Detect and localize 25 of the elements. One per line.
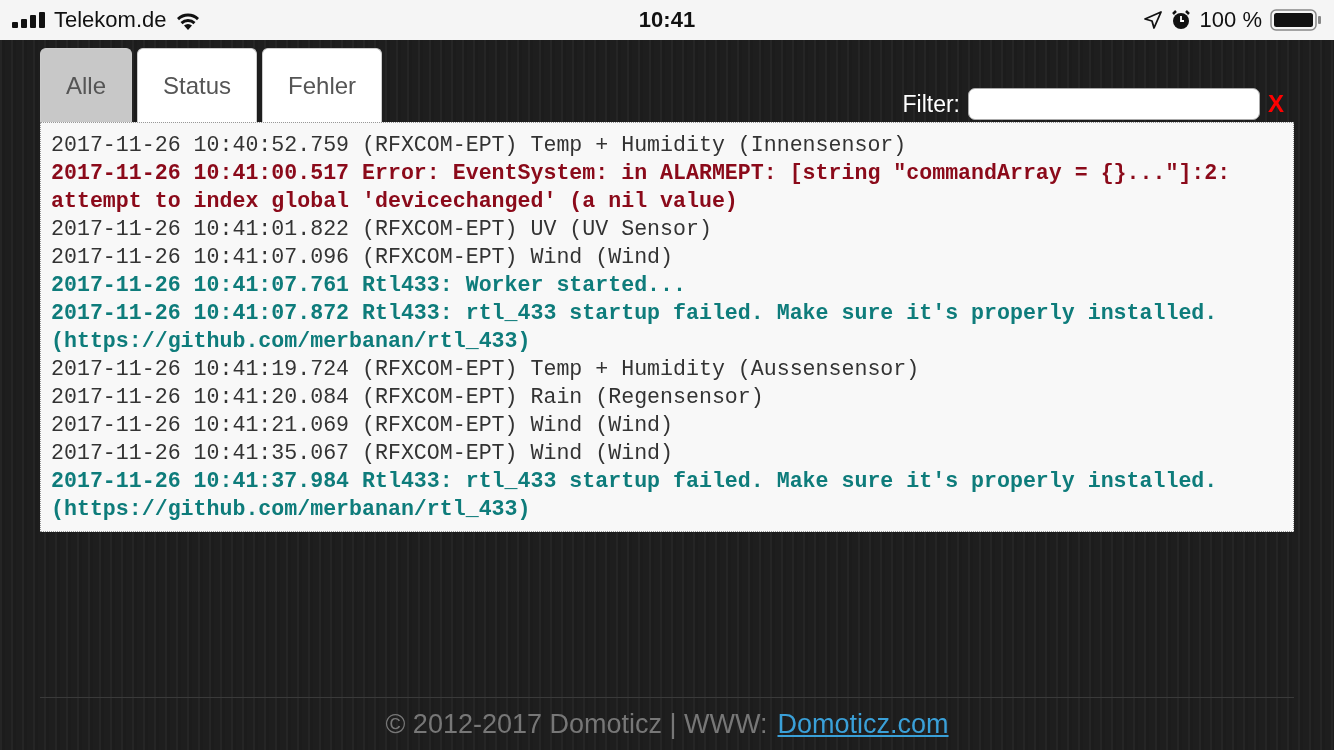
carrier-name: Telekom.de bbox=[54, 7, 167, 33]
signal-icon bbox=[12, 12, 46, 28]
log-entry: 2017-11-26 10:41:35.067 (RFXCOM-EPT) Wind (Wind) bbox=[51, 440, 674, 467]
tab[interactable]: Status bbox=[137, 48, 258, 122]
battery-icon bbox=[1270, 9, 1322, 31]
tab[interactable]: Fehler bbox=[262, 48, 383, 122]
log-entry: 2017-11-26 10:41:07.761 Rtl433: Worker started... bbox=[51, 272, 687, 299]
log-entry: 2017-11-26 10:41:00.517 Error: EventSystem: in ALARMEPT: [string "commandArray = {}..."]:2: attempt to index global 'devicechanged' (a nil value) bbox=[51, 160, 1232, 215]
clock-time: 10:41 bbox=[638, 7, 696, 33]
filter-label: Filter: bbox=[902, 90, 960, 118]
log-entry: 2017-11-26 10:41:37.984 Rtl433: rtl_433 startup failed. Make sure it's properly installed. (https://github.com/merbanan/rtl_433) bbox=[51, 468, 1219, 523]
website-link[interactable]: Domoticz.com bbox=[777, 708, 949, 740]
log-entry: 2017-11-26 10:41:21.069 (RFXCOM-EPT) Wind (Wind) bbox=[51, 412, 674, 439]
copyright-text: © 2012-2017 Domoticz | WWW: bbox=[385, 708, 768, 740]
filter-field[interactable] bbox=[968, 88, 1260, 120]
log-entry: 2017-11-26 10:41:19.724 (RFXCOM-EPT) Temp + Humidity (Aussensensor) bbox=[51, 356, 921, 383]
log-entry: 2017-11-26 10:41:07.096 (RFXCOM-EPT) Wind (Wind) bbox=[51, 244, 674, 271]
log-entry: 2017-11-26 10:40:52.759 (RFXCOM-EPT) Temp + Humidity (Innensensor) bbox=[51, 132, 908, 159]
log-entry: 2017-11-26 10:41:07.872 Rtl433: rtl_433 startup failed. Make sure it's properly installed. (https://github.com/merbanan/rtl_433) bbox=[51, 300, 1219, 355]
log-entry: 2017-11-26 10:41:20.084 (RFXCOM-EPT) Rain (Regensensor) bbox=[51, 384, 765, 411]
tab[interactable]: Alle bbox=[40, 48, 133, 122]
battery-percent: 100 % bbox=[1199, 7, 1262, 33]
log-entry: 2017-11-26 10:41:01.822 (RFXCOM-EPT) UV (UV Sensor) bbox=[51, 216, 713, 243]
location-arrow-icon bbox=[1143, 11, 1162, 29]
clear-filter-button[interactable]: X bbox=[1268, 90, 1284, 118]
